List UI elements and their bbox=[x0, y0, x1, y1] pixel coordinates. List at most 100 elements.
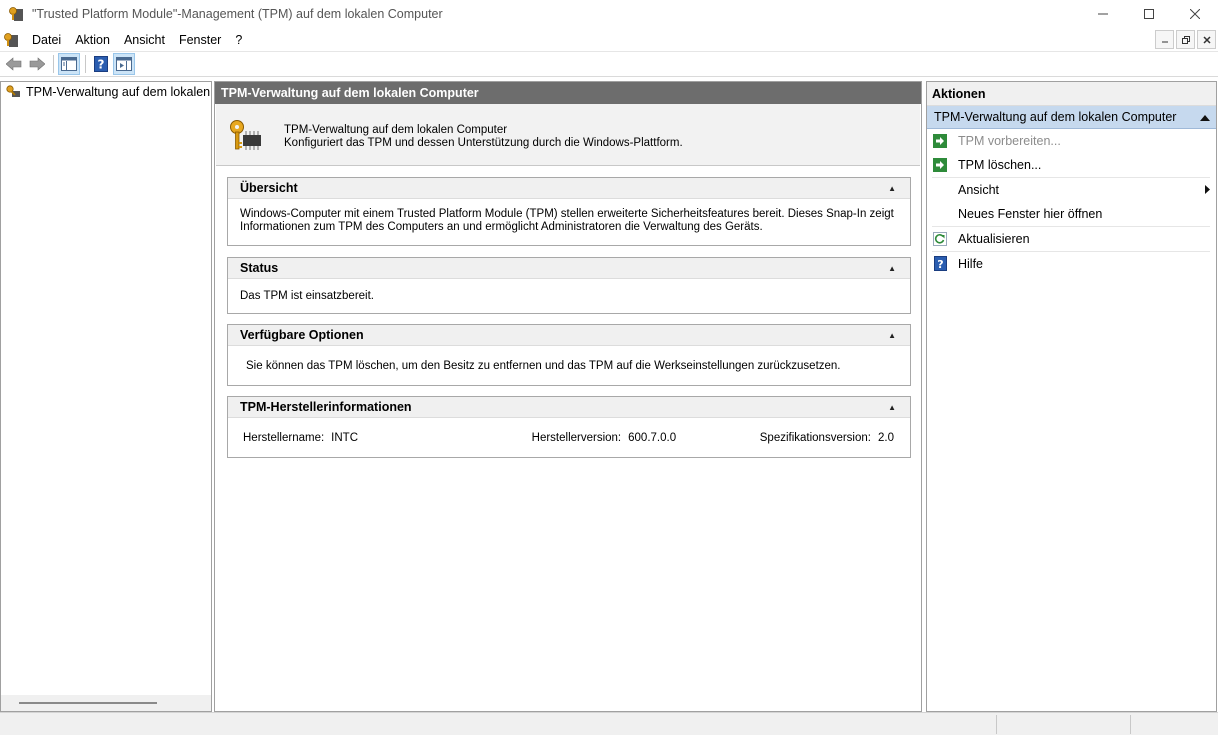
section-overview-header[interactable]: Übersicht ▲ bbox=[228, 178, 910, 199]
result-pane: TPM-Verwaltung auf dem lokalen Computer … bbox=[214, 81, 922, 712]
section-manufacturer-header[interactable]: TPM-Herstellerinformationen ▲ bbox=[228, 397, 910, 418]
action-label: Ansicht bbox=[958, 183, 999, 198]
manufacturer-version-label: Herstellerversion: bbox=[531, 432, 622, 444]
window-title: "Trusted Platform Module"-Management (TP… bbox=[32, 7, 443, 21]
options-text: Sie können das TPM löschen, um den Besit… bbox=[246, 360, 841, 372]
status-bar-segment bbox=[996, 715, 1130, 734]
tree-node-tpm-management[interactable]: TPM-Verwaltung auf dem lokalen Computer bbox=[1, 82, 211, 102]
back-button[interactable] bbox=[3, 53, 25, 75]
tpm-app-icon bbox=[9, 7, 23, 21]
menu-help[interactable]: ? bbox=[228, 28, 249, 52]
overview-text-line1: Windows-Computer mit einem Trusted Platf… bbox=[240, 208, 894, 220]
tpm-key-icon bbox=[6, 85, 20, 97]
help-icon: ? bbox=[94, 56, 108, 72]
status-bar-segment bbox=[1130, 715, 1216, 734]
menu-bar: Datei Aktion Ansicht Fenster ? bbox=[0, 28, 1218, 52]
mdi-close-button[interactable] bbox=[1197, 30, 1216, 49]
show-hide-action-pane-icon bbox=[116, 57, 132, 71]
collapse-icon[interactable]: ▲ bbox=[888, 331, 896, 340]
forward-button[interactable] bbox=[26, 53, 48, 75]
intro-description: Konfiguriert das TPM und dessen Unterstü… bbox=[284, 137, 683, 149]
green-arrow-icon bbox=[933, 134, 947, 149]
toolbar-separator bbox=[53, 55, 54, 73]
menu-ansicht[interactable]: Ansicht bbox=[117, 28, 172, 52]
section-manufacturer-info: TPM-Herstellerinformationen ▲ Hersteller… bbox=[227, 396, 911, 458]
actions-pane-header: Aktionen bbox=[927, 82, 1216, 106]
status-text: Das TPM ist einsatzbereit. bbox=[240, 290, 375, 302]
show-hide-action-pane-button[interactable] bbox=[113, 53, 135, 75]
action-view[interactable]: Ansicht bbox=[932, 178, 1210, 203]
section-title: Übersicht bbox=[240, 181, 298, 195]
collapse-up-icon[interactable] bbox=[1200, 114, 1210, 121]
help-toolbar-button[interactable]: ? bbox=[90, 53, 112, 75]
collapse-icon[interactable]: ▲ bbox=[888, 264, 896, 273]
action-help[interactable]: ? Hilfe bbox=[932, 252, 1210, 277]
manufacturer-version-value: 600.7.0.0 bbox=[628, 432, 677, 444]
menu-aktion[interactable]: Aktion bbox=[68, 28, 117, 52]
action-prepare-tpm[interactable]: TPM vorbereiten... bbox=[932, 129, 1210, 154]
restore-icon bbox=[1181, 35, 1190, 44]
submenu-arrow-icon bbox=[1205, 185, 1210, 194]
mmc-icon[interactable] bbox=[3, 32, 19, 48]
status-bar bbox=[0, 712, 1218, 735]
minimize-icon bbox=[1161, 41, 1168, 42]
actions-group-title: TPM-Verwaltung auf dem lokalen Computer bbox=[934, 110, 1177, 124]
spec-version: Spezifikationsversion: 2.0 bbox=[760, 432, 894, 444]
action-refresh[interactable]: Aktualisieren bbox=[932, 227, 1210, 252]
manufacturer-version: Herstellerversion: 600.7.0.0 bbox=[532, 432, 676, 444]
scrollbar-thumb[interactable] bbox=[19, 702, 157, 704]
action-label: Neues Fenster hier öffnen bbox=[958, 207, 1103, 222]
tree-node-label: TPM-Verwaltung auf dem lokalen Computer bbox=[26, 85, 211, 99]
minimize-icon bbox=[1098, 13, 1108, 15]
mdi-window-controls bbox=[1153, 30, 1216, 49]
section-status-header[interactable]: Status ▲ bbox=[228, 258, 910, 279]
section-body: Windows-Computer mit einem Trusted Platf… bbox=[228, 199, 910, 234]
actions-pane: Aktionen TPM-Verwaltung auf dem lokalen … bbox=[926, 81, 1217, 712]
minimize-button[interactable] bbox=[1080, 0, 1126, 28]
action-label: Hilfe bbox=[958, 256, 984, 271]
horizontal-scrollbar[interactable] bbox=[1, 695, 211, 711]
toolbar: ? bbox=[0, 52, 1218, 77]
manufacturer-name-value: INTC bbox=[331, 432, 359, 444]
actions-group-header[interactable]: TPM-Verwaltung auf dem lokalen Computer bbox=[927, 106, 1216, 129]
maximize-button[interactable] bbox=[1126, 0, 1172, 28]
green-arrow-icon bbox=[933, 158, 947, 173]
section-available-options: Verfügbare Optionen ▲ Sie können das TPM… bbox=[227, 324, 911, 386]
show-hide-console-tree-icon bbox=[61, 57, 77, 71]
section-overview: Übersicht ▲ Windows-Computer mit einem T… bbox=[227, 177, 911, 246]
section-options-header[interactable]: Verfügbare Optionen ▲ bbox=[228, 325, 910, 346]
close-button[interactable] bbox=[1172, 0, 1218, 28]
collapse-icon[interactable]: ▲ bbox=[888, 184, 896, 193]
manufacturer-info-row: Herstellername: INTC Herstellerversion: 60… bbox=[228, 418, 910, 444]
section-title: TPM-Herstellerinformationen bbox=[240, 400, 412, 414]
toolbar-separator bbox=[85, 55, 86, 73]
help-icon: ? bbox=[933, 256, 947, 272]
console-tree-pane: TPM-Verwaltung auf dem lokalen Computer bbox=[0, 81, 212, 712]
intro-banner: TPM-Verwaltung auf dem lokalen Computer … bbox=[216, 104, 920, 166]
menu-fenster[interactable]: Fenster bbox=[172, 28, 228, 52]
show-hide-console-tree-button[interactable] bbox=[58, 53, 80, 75]
action-label: TPM vorbereiten... bbox=[958, 134, 1061, 149]
mdi-minimize-button[interactable] bbox=[1155, 30, 1174, 49]
svg-text:?: ? bbox=[937, 258, 943, 271]
action-clear-tpm[interactable]: TPM löschen... bbox=[932, 154, 1210, 178]
spec-version-value: 2.0 bbox=[877, 432, 894, 444]
back-arrow-icon bbox=[6, 57, 22, 71]
section-title: Verfügbare Optionen bbox=[240, 328, 364, 342]
title-bar: "Trusted Platform Module"-Management (TP… bbox=[0, 0, 1218, 28]
action-label: Aktualisieren bbox=[958, 231, 1030, 246]
action-label: TPM löschen... bbox=[958, 158, 1042, 173]
maximize-icon bbox=[1144, 9, 1154, 19]
collapse-icon[interactable]: ▲ bbox=[888, 403, 896, 412]
overview-text-line2: Informationen zum TPM des Computers an u… bbox=[240, 221, 763, 233]
manufacturer-name: Herstellername: INTC bbox=[243, 432, 358, 444]
refresh-icon bbox=[933, 231, 947, 246]
mdi-restore-button[interactable] bbox=[1176, 30, 1195, 49]
intro-title: TPM-Verwaltung auf dem lokalen Computer bbox=[284, 124, 508, 136]
section-title: Status bbox=[240, 261, 279, 275]
spec-version-label: Spezifikationsversion: bbox=[759, 432, 871, 444]
menu-datei[interactable]: Datei bbox=[25, 28, 68, 52]
svg-text:?: ? bbox=[98, 58, 105, 72]
action-new-window[interactable]: Neues Fenster hier öffnen bbox=[932, 203, 1210, 227]
close-icon bbox=[1190, 9, 1200, 19]
